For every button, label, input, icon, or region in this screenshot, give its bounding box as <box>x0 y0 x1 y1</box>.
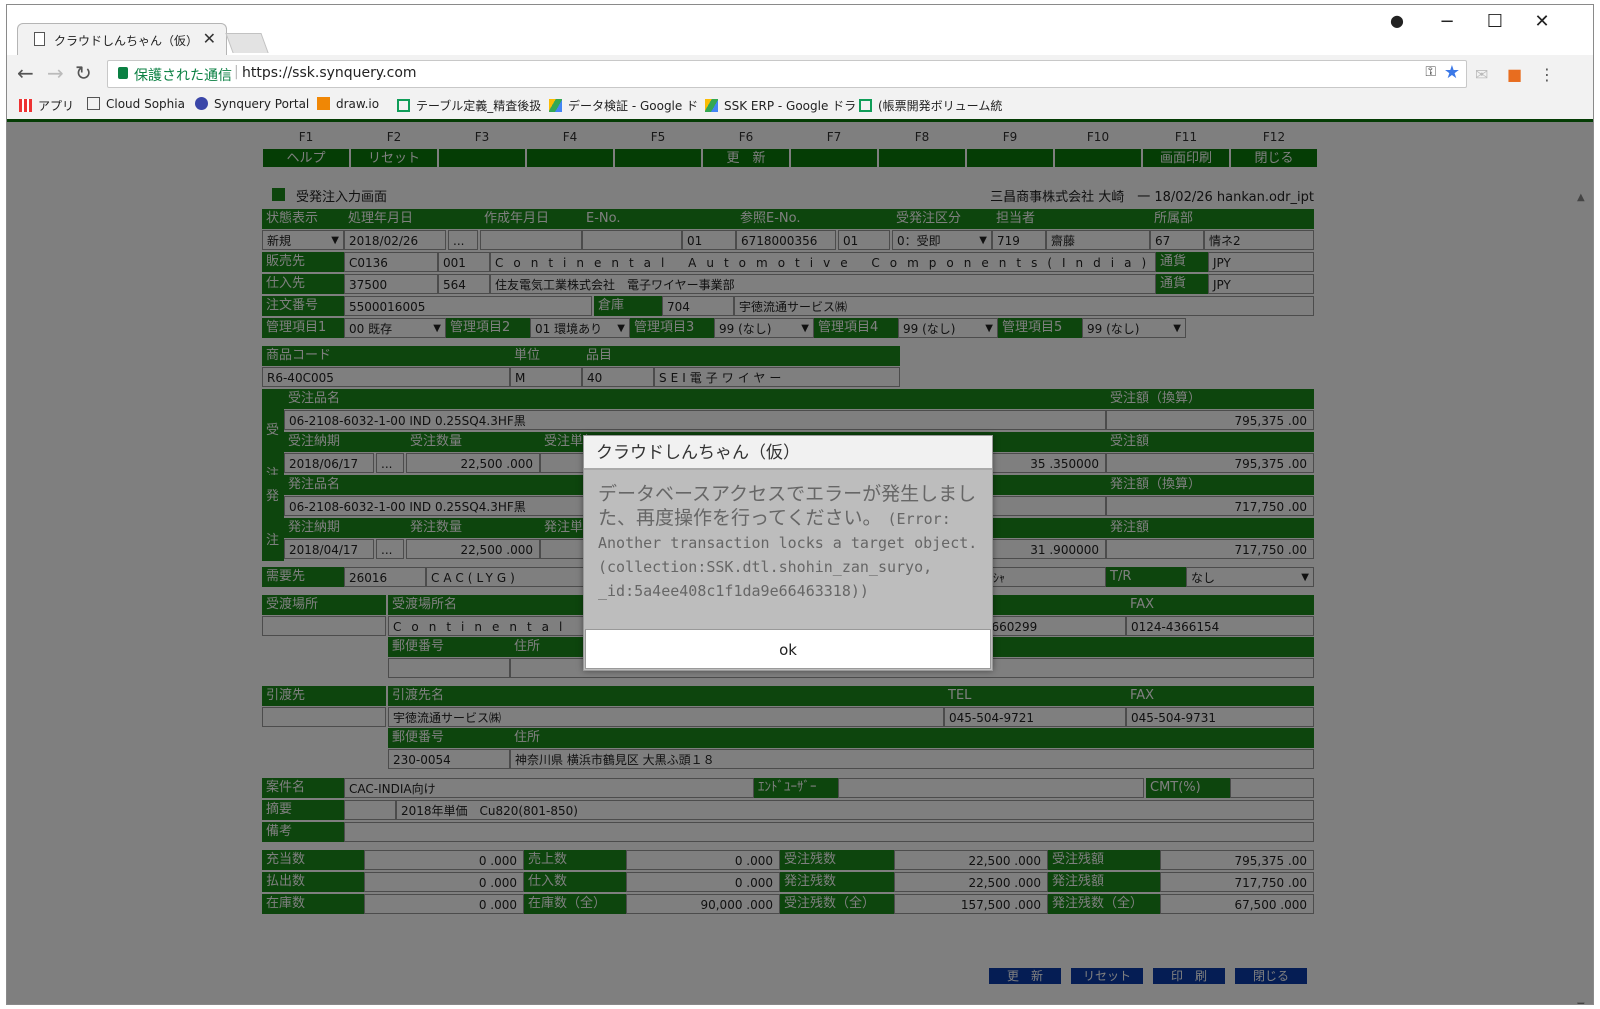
omnibox-separator: | <box>234 64 239 80</box>
tab-strip: クラウドしんちゃん（仮） ✕ ● − ☐ ✕ <box>7 5 1593 55</box>
apps-icon <box>19 99 32 112</box>
dialog-title: クラウドしんちゃん（仮） <box>584 436 992 470</box>
bookmark-ssk-erp[interactable]: SSK ERP - Google ドラ <box>705 97 856 114</box>
profile-icon[interactable]: ● <box>1377 11 1417 30</box>
bookmark-drawio[interactable]: draw.io <box>317 97 379 111</box>
tab-title: クラウドしんちゃん（仮） <box>54 34 199 48</box>
new-tab-button[interactable] <box>225 33 269 53</box>
url-text[interactable]: https://ssk.synquery.com <box>242 65 417 81</box>
bookmark-star-icon[interactable]: ★ <box>1444 62 1460 83</box>
bookmark-cloud-sophia[interactable]: Cloud Sophia <box>87 97 185 111</box>
tab-close-icon[interactable]: ✕ <box>203 29 216 48</box>
bookmark-synquery[interactable]: Synquery Portal <box>195 97 309 111</box>
key-icon[interactable]: ⚿ <box>1425 64 1436 80</box>
lock-icon <box>118 67 128 79</box>
bookmark-report-dev[interactable]: (帳票開発ボリューム統 <box>859 97 1002 114</box>
close-window-button[interactable]: ✕ <box>1522 11 1562 32</box>
ok-button[interactable]: ok <box>585 629 991 669</box>
reload-icon[interactable]: ↻ <box>75 61 92 85</box>
bookmark-apps[interactable]: アプリ <box>19 97 74 114</box>
address-bar[interactable]: 保護された通信 | https://ssk.synquery.com ⚿ ★ <box>107 60 1467 88</box>
drawio-icon <box>317 97 330 110</box>
browser-tab[interactable]: クラウドしんちゃん（仮） ✕ <box>17 23 227 55</box>
sheets-icon <box>859 99 872 112</box>
secure-label: 保護された通信 <box>134 68 232 84</box>
forward-icon[interactable]: → <box>47 61 64 85</box>
drive-icon <box>549 99 562 112</box>
back-icon[interactable]: ← <box>17 61 34 85</box>
drawio-extension-icon[interactable]: ■ <box>1507 65 1522 84</box>
maximize-button[interactable]: ☐ <box>1475 11 1515 32</box>
extension-icon[interactable]: ✉ <box>1475 65 1488 84</box>
browser-window: クラウドしんちゃん（仮） ✕ ● − ☐ ✕ ← → ↻ 保護された通信 | h… <box>6 4 1594 1005</box>
minimize-button[interactable]: − <box>1427 11 1467 32</box>
sheets-icon <box>397 99 410 112</box>
bookmarks-bar: アプリ Cloud Sophia Synquery Portal draw.io… <box>7 93 1593 119</box>
dialog-message: データベースアクセスでエラーが発生しました、再度操作を行ってください。 (Err… <box>598 482 988 602</box>
drive-icon <box>705 99 718 112</box>
synquery-icon <box>195 97 208 110</box>
browser-toolbar: ← → ↻ 保護された通信 | https://ssk.synquery.com… <box>7 55 1593 93</box>
page-icon <box>87 97 100 110</box>
bookmark-data-verify[interactable]: データ検証 - Google ド <box>549 97 698 114</box>
bookmark-table-def[interactable]: テーブル定義_精査後扱 <box>397 97 541 114</box>
menu-icon[interactable]: ⋮ <box>1539 65 1555 84</box>
error-dialog: クラウドしんちゃん（仮） データベースアクセスでエラーが発生しました、再度操作を… <box>583 435 993 671</box>
page-icon <box>34 32 45 46</box>
